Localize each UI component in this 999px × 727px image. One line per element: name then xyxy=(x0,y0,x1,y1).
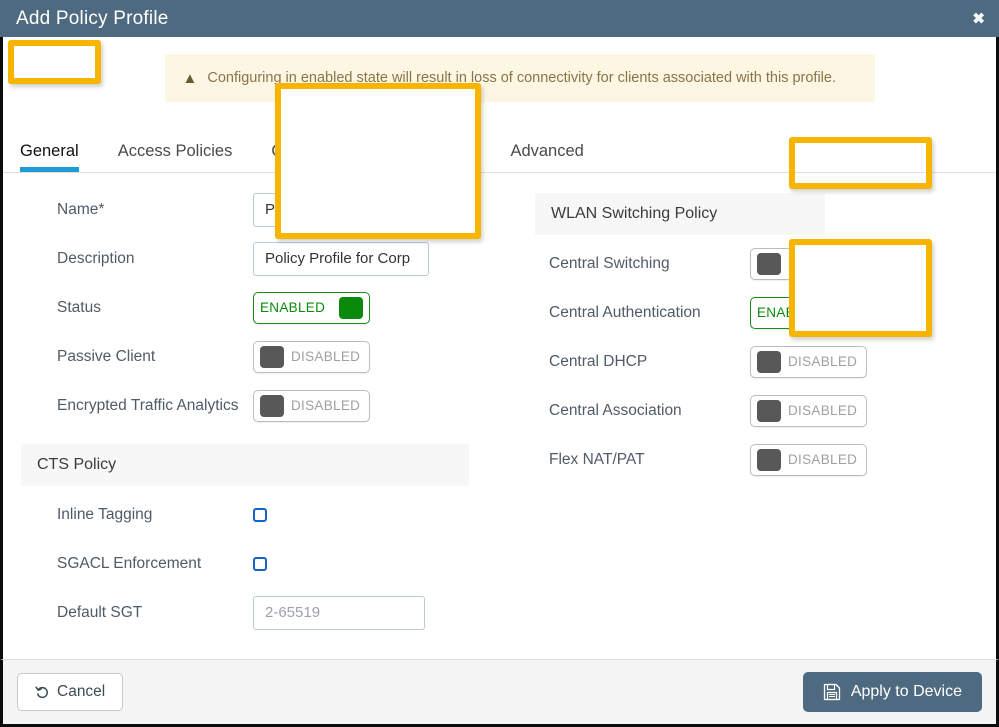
passive-client-label: Passive Client xyxy=(57,347,156,365)
inline-tagging-label: Inline Tagging xyxy=(57,505,153,523)
cancel-button[interactable]: Cancel xyxy=(17,673,124,711)
add-policy-profile-dialog: Add Policy Profile ✖ ▲ Configuring in en… xyxy=(0,0,999,727)
central-switching-label: Central Switching xyxy=(549,254,670,272)
row-flex-nat-pat: Flex NAT/PAT DISABLED xyxy=(535,435,963,484)
toggle-knob xyxy=(757,399,781,422)
row-central-dhcp: Central DHCP DISABLED xyxy=(535,337,963,386)
toggle-knob xyxy=(757,252,781,275)
central-dhcp-toggle[interactable]: DISABLED xyxy=(750,345,867,378)
encrypted-traffic-analytics-label: Encrypted Traffic Analytics xyxy=(57,396,239,414)
description-input[interactable] xyxy=(253,241,429,276)
status-toggle[interactable]: ENABLED xyxy=(253,291,370,324)
inline-tagging-checkbox[interactable] xyxy=(253,507,267,522)
row-central-association: Central Association DISABLED xyxy=(535,386,963,435)
flex-nat-pat-toggle[interactable]: DISABLED xyxy=(750,443,867,476)
default-sgt-label: Default SGT xyxy=(57,603,143,621)
save-disk-icon xyxy=(823,683,840,701)
sgacl-enforcement-label: SGACL Enforcement xyxy=(57,554,202,572)
toggle-knob xyxy=(757,448,781,471)
left-column: Name* Description Status xyxy=(3,173,503,637)
cancel-button-label: Cancel xyxy=(57,683,106,700)
central-switching-toggle[interactable]: DISABLED xyxy=(750,247,867,280)
status-toggle-label: ENABLED xyxy=(260,300,326,315)
encrypted-traffic-analytics-toggle-label: DISABLED xyxy=(291,398,361,413)
row-central-authentication: Central Authentication ENABLED xyxy=(535,288,963,337)
name-input[interactable] xyxy=(253,192,429,227)
wlan-switching-policy-section-header: WLAN Switching Policy xyxy=(535,193,825,235)
apply-to-device-button-label: Apply to Device xyxy=(850,683,962,700)
row-encrypted-traffic-analytics: Encrypted Traffic Analytics DISABLED xyxy=(21,381,503,430)
tab-access-policies[interactable]: Access Policies xyxy=(115,142,253,172)
tab-advanced[interactable]: Advanced xyxy=(507,142,603,172)
description-label: Description xyxy=(57,249,135,267)
central-association-label: Central Association xyxy=(549,401,682,419)
status-label: Status xyxy=(57,298,101,316)
apply-to-device-button[interactable]: Apply to Device xyxy=(802,672,982,712)
dialog-body: ▲ Configuring in enabled state will resu… xyxy=(0,37,999,659)
right-column: WLAN Switching Policy Central Switching … xyxy=(503,173,963,637)
toggle-knob xyxy=(757,350,781,373)
central-association-toggle[interactable]: DISABLED xyxy=(750,394,867,427)
central-dhcp-toggle-label: DISABLED xyxy=(788,354,858,369)
tab-general[interactable]: General xyxy=(20,142,99,172)
central-authentication-label: Central Authentication xyxy=(549,303,701,321)
warning-banner-wrap: ▲ Configuring in enabled state will resu… xyxy=(3,37,996,102)
default-sgt-input[interactable] xyxy=(253,595,425,630)
central-switching-toggle-label: DISABLED xyxy=(788,256,858,271)
dialog-title: Add Policy Profile xyxy=(16,7,169,29)
form-columns: Name* Description Status xyxy=(3,173,996,637)
central-authentication-toggle-label: ENABLED xyxy=(757,305,823,320)
toggle-knob xyxy=(339,296,363,319)
name-label: Name* xyxy=(57,200,105,218)
cts-policy-section-header: CTS Policy xyxy=(21,444,469,486)
tab-bar: General Access Policies QOS and AVC Mobi… xyxy=(3,128,996,173)
tab-qos-and-avc[interactable]: QOS and AVC xyxy=(268,142,396,172)
flex-nat-pat-label: Flex NAT/PAT xyxy=(549,450,645,468)
row-status: Status ENABLED xyxy=(21,283,503,332)
passive-client-toggle-label: DISABLED xyxy=(291,349,361,364)
warning-banner-text: Configuring in enabled state will result… xyxy=(207,70,836,86)
warning-triangle-icon: ▲ xyxy=(182,69,198,87)
tab-mobility[interactable]: Mobility xyxy=(413,142,492,172)
central-association-toggle-label: DISABLED xyxy=(788,403,858,418)
passive-client-toggle[interactable]: DISABLED xyxy=(253,340,370,373)
warning-banner: ▲ Configuring in enabled state will resu… xyxy=(164,54,875,102)
central-authentication-toggle[interactable]: ENABLED xyxy=(750,296,867,329)
undo-arrow-icon xyxy=(35,686,48,698)
row-sgacl-enforcement: SGACL Enforcement xyxy=(21,539,503,588)
sgacl-enforcement-checkbox[interactable] xyxy=(253,556,267,571)
row-inline-tagging: Inline Tagging xyxy=(21,490,503,539)
flex-nat-pat-toggle-label: DISABLED xyxy=(788,452,858,467)
toggle-knob xyxy=(260,345,284,368)
dialog-footer: Cancel Apply to Device xyxy=(0,659,999,727)
row-description: Description xyxy=(21,234,503,283)
encrypted-traffic-analytics-toggle[interactable]: DISABLED xyxy=(253,389,370,422)
row-central-switching: Central Switching DISABLED xyxy=(535,239,963,288)
toggle-knob xyxy=(836,301,860,324)
toggle-knob xyxy=(260,394,284,417)
row-passive-client: Passive Client DISABLED xyxy=(21,332,503,381)
dialog-titlebar: Add Policy Profile ✖ xyxy=(0,0,999,37)
close-icon[interactable]: ✖ xyxy=(972,11,985,26)
row-default-sgt: Default SGT xyxy=(21,588,503,637)
row-name: Name* xyxy=(21,185,503,234)
central-dhcp-label: Central DHCP xyxy=(549,352,648,370)
